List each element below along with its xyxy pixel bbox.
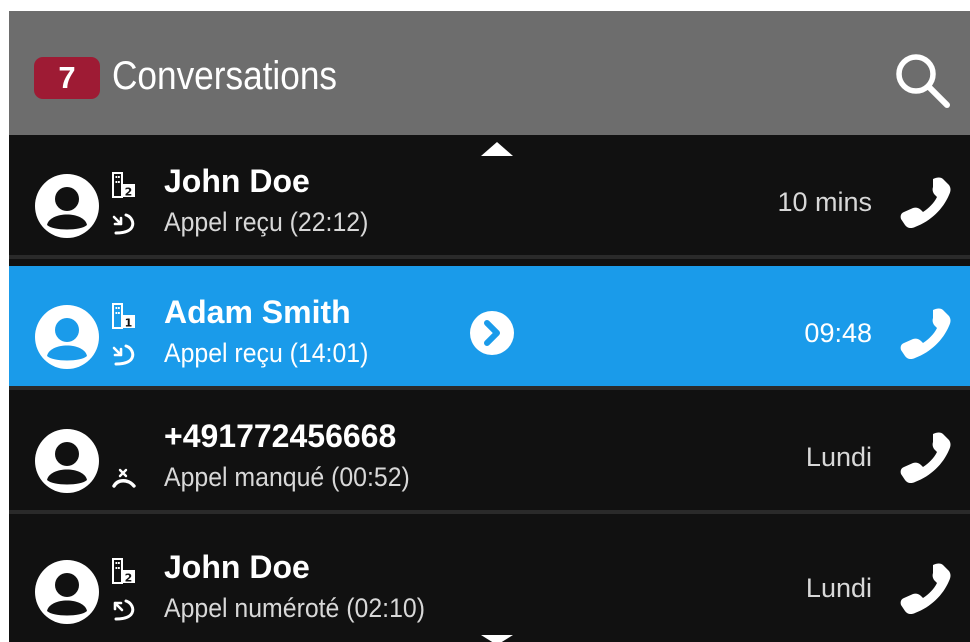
person-icon	[35, 305, 99, 369]
phone-icon	[900, 308, 951, 360]
avatar	[34, 173, 100, 239]
call-time: 10 mins	[777, 187, 872, 217]
call-detail: Appel manqué (00:52)	[164, 462, 410, 492]
page-title: Conversations	[112, 54, 338, 98]
svg-text:2: 2	[125, 572, 133, 585]
call-detail: Appel numéroté (02:10)	[164, 593, 425, 623]
person-icon	[35, 429, 99, 493]
contact-name: Adam Smith	[164, 294, 351, 330]
conversation-row[interactable]: +491772456668 Appel manqué (00:52) Lundi	[9, 390, 970, 514]
missed-call-icon	[112, 468, 136, 490]
contact-name: +491772456668	[164, 418, 397, 454]
contact-name: John Doe	[164, 549, 310, 585]
phone-icon	[900, 432, 951, 484]
svg-text:2: 2	[125, 186, 133, 199]
person-icon	[35, 560, 99, 624]
incoming-call-icon	[112, 213, 136, 235]
incoming-call-icon	[112, 344, 136, 366]
contact-name: John Doe	[164, 163, 310, 199]
call-time: Lundi	[805, 442, 872, 472]
avatar	[34, 559, 100, 625]
scroll-down-indicator[interactable]	[481, 635, 513, 642]
svg-text:1: 1	[125, 317, 133, 330]
call-button[interactable]	[899, 175, 953, 229]
phone-icon	[900, 563, 951, 615]
conversation-row[interactable]: 2 John Doe Appel reçu (22:12) 10 mins	[9, 135, 970, 259]
call-detail: Appel reçu (14:01)	[164, 338, 369, 368]
call-detail: Appel reçu (22:12)	[164, 207, 369, 237]
line-2-icon: 2	[112, 172, 136, 199]
call-button[interactable]	[899, 306, 953, 360]
header-bar: 7 Conversations	[9, 11, 970, 135]
unread-count-badge: 7	[34, 57, 100, 99]
search-icon	[896, 54, 950, 108]
call-time: 09:48	[804, 318, 872, 348]
chevron-right-icon[interactable]	[469, 310, 515, 356]
conversation-row[interactable]: 1 Adam Smith Appel reçu (14:01) 09:48	[9, 266, 970, 390]
call-button[interactable]	[899, 430, 953, 484]
call-button[interactable]	[899, 561, 953, 615]
phone-icon	[900, 177, 951, 229]
avatar	[34, 428, 100, 494]
conversation-row[interactable]: 2 John Doe Appel numéroté (02:10) Lundi	[9, 521, 970, 642]
line-1-icon: 1	[112, 303, 136, 330]
row-divider	[9, 255, 970, 259]
person-icon	[35, 174, 99, 238]
outgoing-call-icon	[112, 599, 136, 621]
search-button[interactable]	[891, 49, 953, 111]
phone-screen: 7 Conversations 2 John Doe Appel reçu (22:…	[9, 11, 970, 642]
avatar	[34, 304, 100, 370]
line-2-icon: 2	[112, 558, 136, 585]
row-divider	[9, 510, 970, 514]
call-time: Lundi	[805, 573, 872, 603]
